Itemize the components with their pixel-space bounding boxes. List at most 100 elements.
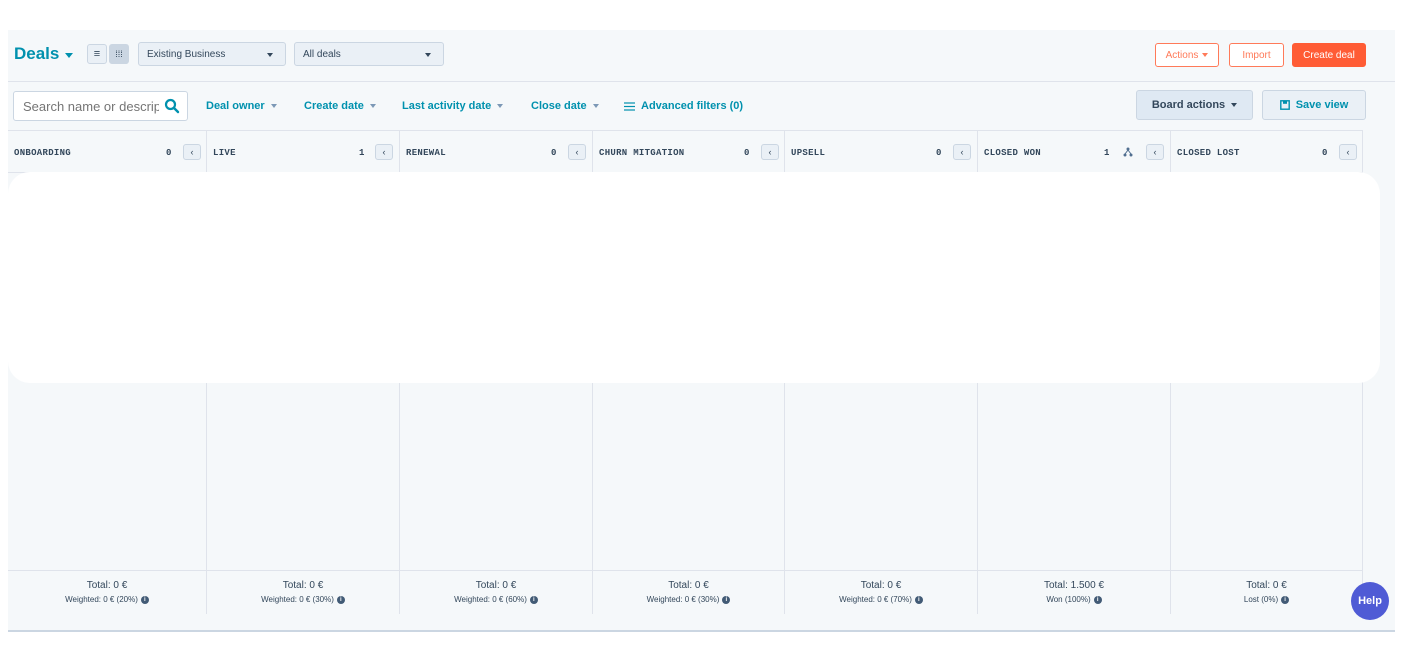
column-name: RENEWAL [406,148,446,158]
view-select-value: All deals [303,48,341,60]
search-icon[interactable] [164,98,180,114]
column-header: CLOSED WON 1 ‹ [978,131,1170,173]
top-bar: Deals ≡ ⁞⁞⁞ Existing Business All deals … [8,30,1395,82]
help-button[interactable]: Help [1351,582,1389,620]
actions-label: Actions [1165,49,1199,61]
chevron-left-icon[interactable]: ‹ [761,144,779,160]
board-actions-label: Board actions [1151,99,1226,111]
chevron-left-icon[interactable]: ‹ [1146,144,1164,160]
chevron-left-icon[interactable]: ‹ [1339,144,1357,160]
save-icon [1279,100,1290,110]
column-header: RENEWAL 0 ‹ [400,131,592,173]
last-activity-date-label: Last activity date [402,100,492,112]
chevron-down-icon [369,104,376,108]
advanced-filters-label: Advanced filters (0) [641,100,744,112]
column-weighted: Lost (0%) i [1171,595,1362,604]
create-date-filter[interactable]: Create date [304,100,376,112]
column-total: Total: 0 € [475,580,517,591]
column-weighted-text: Weighted: 0 € (30%) [261,595,334,604]
filter-lines-icon [624,101,635,111]
deal-owner-filter[interactable]: Deal owner [206,100,277,112]
column-weighted-text: Weighted: 0 € (60%) [454,595,527,604]
column-total: Total: 1.500 € [1043,580,1105,591]
create-deal-button[interactable]: Create deal [1292,43,1366,67]
column-count: 0 [936,148,942,158]
board-view-toggle[interactable]: ⁞⁞⁞ [109,44,129,64]
column-weighted-text: Won (100%) [1046,595,1091,604]
board-actions-button[interactable]: Board actions [1136,90,1253,120]
column-footer: Total: 0 € Weighted: 0 € (30%) i [207,570,399,614]
column-weighted: Weighted: 0 € (70%) i [785,595,977,604]
deal-owner-label: Deal owner [206,100,265,112]
column-name: CLOSED WON [984,148,1042,158]
column-header: ONBOARDING 0 ‹ [8,131,206,173]
column-weighted-text: Weighted: 0 € (20%) [65,595,138,604]
column-name: ONBOARDING [14,148,72,158]
view-select[interactable]: All deals [294,42,444,66]
column-name: CHURN MITGATION [599,148,685,158]
chevron-down-icon [267,53,273,57]
chevron-left-icon[interactable]: ‹ [568,144,586,160]
chevron-down-icon [497,104,504,108]
chevron-down-icon [65,52,74,58]
save-view-button[interactable]: Save view [1262,90,1366,120]
info-icon[interactable]: i [1093,595,1102,604]
chevron-down-icon [592,104,599,108]
actions-button[interactable]: Actions [1155,43,1219,67]
column-header: LIVE 1 ‹ [207,131,399,173]
automation-icon[interactable] [1123,147,1133,157]
column-count: 0 [166,148,172,158]
last-activity-date-filter[interactable]: Last activity date [402,100,504,112]
info-icon[interactable]: i [529,595,538,604]
column-count: 0 [744,148,750,158]
column-total: Total: 0 € [282,580,324,591]
import-button[interactable]: Import [1229,43,1284,67]
create-date-label: Create date [304,100,364,112]
column-weighted-text: Weighted: 0 € (70%) [839,595,912,604]
info-icon[interactable]: i [1281,595,1290,604]
column-footer: Total: 0 € Weighted: 0 € (30%) i [593,570,784,614]
info-icon[interactable]: i [914,595,923,604]
pipeline-select-value: Existing Business [147,48,226,60]
column-footer: Total: 0 € Weighted: 0 € (70%) i [785,570,977,614]
chevron-down-icon [425,53,431,57]
column-name: LIVE [213,148,236,158]
column-weighted: Weighted: 0 € (30%) i [207,595,399,604]
info-icon[interactable]: i [336,595,345,604]
filter-bar: Deal owner Create date Last activity dat… [8,82,1395,130]
column-count: 0 [551,148,557,158]
column-count: 0 [1322,148,1328,158]
info-icon[interactable]: i [722,595,731,604]
column-header: CLOSED LOST 0 ‹ [1171,131,1362,173]
column-name: CLOSED LOST [1177,148,1240,158]
column-weighted-text: Weighted: 0 € (30%) [646,595,720,604]
column-count: 1 [359,148,365,158]
page-title: Deals [14,44,60,63]
column-header: UPSELL 0 ‹ [785,131,977,173]
pipeline-select[interactable]: Existing Business [138,42,286,66]
chevron-left-icon[interactable]: ‹ [183,144,201,160]
list-view-toggle[interactable]: ≡ [87,44,107,64]
overlay-panel [8,172,1380,383]
advanced-filters-button[interactable]: Advanced filters (0) [624,100,743,112]
chevron-down-icon [270,104,277,108]
divider [8,630,1395,632]
grid-icon: ⁞⁞⁞ [115,49,123,59]
page-title-dropdown[interactable]: Deals [14,44,74,64]
close-date-label: Close date [531,100,587,112]
column-footer: Total: 0 € Lost (0%) i [1171,570,1362,614]
column-footer: Total: 1.500 € Won (100%) i [978,570,1170,614]
column-total: Total: 0 € [1246,580,1287,591]
chevron-left-icon[interactable]: ‹ [953,144,971,160]
column-weighted: Won (100%) i [978,595,1170,604]
info-icon[interactable]: i [140,595,149,604]
column-weighted: Weighted: 0 € (20%) i [8,595,206,604]
search-input[interactable] [13,91,188,121]
column-footer: Total: 0 € Weighted: 0 € (60%) i [400,570,592,614]
chevron-down-icon [1231,103,1238,107]
save-view-label: Save view [1295,99,1349,111]
column-total: Total: 0 € [668,580,709,591]
chevron-left-icon[interactable]: ‹ [375,144,393,160]
close-date-filter[interactable]: Close date [531,100,599,112]
column-count: 1 [1104,148,1110,158]
